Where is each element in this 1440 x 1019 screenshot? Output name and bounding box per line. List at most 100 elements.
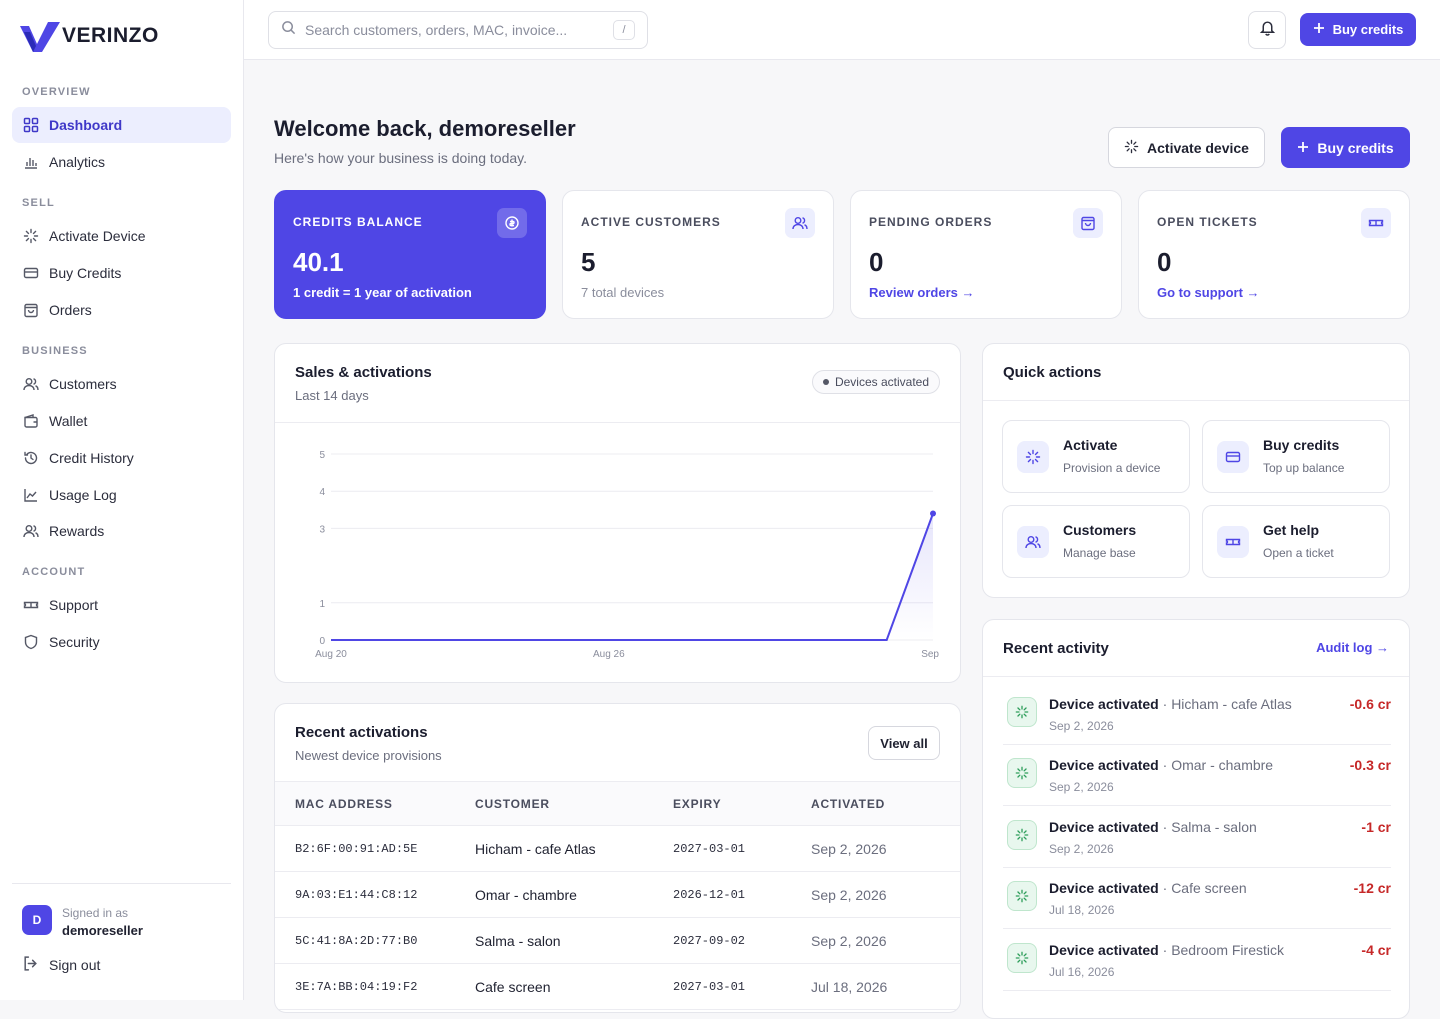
card-icon xyxy=(22,265,39,282)
activity-amount: -12 cr xyxy=(1353,880,1391,896)
sidebar-item-usage-log[interactable]: Usage Log xyxy=(12,477,231,513)
activity-text: Device activated · Omar - chambre xyxy=(1049,757,1274,773)
stat-value: 0 xyxy=(869,247,884,277)
sidebar-item-label: Support xyxy=(49,597,99,613)
sidebar-item-wallet[interactable]: Wallet xyxy=(12,403,231,439)
activity-item[interactable]: Device activated · Bedroom Firestick Jul… xyxy=(1003,930,1391,991)
data-point xyxy=(930,510,936,517)
legend-dot xyxy=(822,379,829,385)
sidebar-item-label: Customers xyxy=(49,376,117,392)
sidebar-item-label: Analytics xyxy=(49,154,106,170)
activations-table: MAC ADDRESS CUSTOMER EXPIRY ACTIVATED B2… xyxy=(275,781,960,1010)
column-header[interactable]: CUSTOMER xyxy=(475,781,673,826)
search-shortcut-hint: / xyxy=(613,20,635,40)
stat-value: 0 xyxy=(1157,247,1172,277)
sidebar-item-orders[interactable]: Orders xyxy=(12,292,231,328)
activations-title: Recent activations xyxy=(295,724,428,741)
activity-date: Sep 2, 2026 xyxy=(1049,719,1114,733)
brand-logo[interactable]: VERINZO xyxy=(20,20,159,52)
activity-text: Device activated · Bedroom Firestick xyxy=(1049,942,1284,958)
sidebar-item-activate-device[interactable]: Activate Device xyxy=(12,218,231,254)
activity-amount: -1 cr xyxy=(1361,819,1391,835)
sidebar-item-label: Usage Log xyxy=(49,487,117,503)
activity-item[interactable]: Device activated · Cafe screen Jul 18, 2… xyxy=(1003,868,1391,929)
logo-mark-icon xyxy=(20,22,60,52)
topbar-buy-credits-button[interactable]: Buy credits xyxy=(1300,13,1416,46)
sidebar-item-analytics[interactable]: Analytics xyxy=(12,144,231,180)
y-tick-label: 0 xyxy=(319,636,325,647)
quick-action-customers[interactable]: Customers Manage base xyxy=(1002,505,1190,578)
table-header-row: MAC ADDRESS CUSTOMER EXPIRY ACTIVATED xyxy=(275,781,960,826)
sidebar-item-label: Orders xyxy=(49,302,92,318)
audit-log-link[interactable]: Audit log → xyxy=(1316,640,1389,655)
sign-out-button[interactable]: Sign out xyxy=(22,955,100,975)
buy-credits-button[interactable]: Buy credits xyxy=(1281,127,1410,168)
activity-item[interactable]: Device activated · Salma - salon Sep 2, … xyxy=(1003,807,1391,868)
y-tick-label: 4 xyxy=(319,487,325,498)
brand-name: VERINZO xyxy=(62,24,159,47)
table-row[interactable]: 3E:7A:BB:04:19:F2 Cafe screen 2027-03-01… xyxy=(275,963,960,1010)
column-header[interactable]: MAC ADDRESS xyxy=(275,781,475,826)
topbar: / Buy credits xyxy=(244,0,1440,60)
sales-chart: 0 1 3 4 5 Aug 20 Aug 26 Sep xyxy=(315,450,939,660)
activity-target: Bedroom Firestick xyxy=(1171,942,1284,958)
activate-device-button[interactable]: Activate device xyxy=(1108,127,1265,168)
activity-target: Cafe screen xyxy=(1171,880,1247,896)
stat-title: OPEN TICKETS xyxy=(1157,215,1258,229)
card-icon xyxy=(1217,441,1249,473)
mac-cell: 9A:03:E1:44:C8:12 xyxy=(275,871,475,918)
sidebar-item-customers[interactable]: Customers xyxy=(12,366,231,402)
y-tick-label: 5 xyxy=(319,450,325,461)
quick-action-sub: Top up balance xyxy=(1263,461,1345,475)
quick-action-activate[interactable]: Activate Provision a device xyxy=(1002,420,1190,493)
notifications-button[interactable] xyxy=(1248,11,1286,49)
table-row[interactable]: 5C:41:8A:2D:77:B0 Salma - salon 2027-09-… xyxy=(275,917,960,964)
expiry-cell: 2027-03-01 xyxy=(673,825,811,872)
sidebar-item-dashboard[interactable]: Dashboard xyxy=(12,107,231,143)
sidebar-item-label: Buy Credits xyxy=(49,265,122,281)
go-to-support-link[interactable]: Go to support → xyxy=(1157,285,1260,300)
spinner-icon xyxy=(1007,758,1037,788)
spinner-icon xyxy=(22,228,39,245)
sidebar-item-label: Rewards xyxy=(49,523,105,539)
stat-value: 5 xyxy=(581,247,596,277)
grid-icon xyxy=(22,117,39,134)
quick-action-sub: Provision a device xyxy=(1063,461,1161,475)
logout-icon xyxy=(22,955,39,975)
spinner-icon xyxy=(1007,943,1037,973)
quick-action-title: Customers xyxy=(1063,522,1137,538)
table-row[interactable]: B2:6F:00:91:AD:5E Hicham - cafe Atlas 20… xyxy=(275,825,960,872)
column-header[interactable]: ACTIVATED xyxy=(811,781,960,826)
ticket-icon xyxy=(1361,208,1391,238)
activity-item[interactable]: Device activated · Omar - chambre Sep 2,… xyxy=(1003,745,1391,806)
sidebar-item-security[interactable]: Security xyxy=(12,624,231,660)
column-header[interactable]: EXPIRY xyxy=(673,781,811,826)
recent-activations-panel: Recent activations Newest device provisi… xyxy=(274,703,961,1013)
x-tick-label: Aug 26 xyxy=(593,649,625,660)
spinner-icon xyxy=(1007,881,1037,911)
sidebar-item-credit-history[interactable]: Credit History xyxy=(12,440,231,476)
sidebar-item-buy-credits[interactable]: Buy Credits xyxy=(12,255,231,291)
y-tick-label: 1 xyxy=(319,599,325,610)
sales-subtitle: Last 14 days xyxy=(295,388,369,403)
view-all-button[interactable]: View all xyxy=(868,726,940,760)
search-input[interactable] xyxy=(305,22,605,38)
sales-title: Sales & activations xyxy=(295,364,432,381)
table-row[interactable]: 9A:03:E1:44:C8:12 Omar - chambre 2026-12… xyxy=(275,871,960,918)
stat-title: PENDING ORDERS xyxy=(869,215,993,229)
search-box[interactable]: / xyxy=(268,11,648,49)
quick-action-sub: Manage base xyxy=(1063,546,1136,560)
activity-item[interactable]: Device activated · Hicham - cafe Atlas S… xyxy=(1003,684,1391,745)
quick-action-buy-credits[interactable]: Buy credits Top up balance xyxy=(1202,420,1390,493)
sidebar-item-support[interactable]: Support xyxy=(12,587,231,623)
topbar-buy-credits-label: Buy credits xyxy=(1332,22,1404,37)
activated-cell: Sep 2, 2026 xyxy=(811,825,960,872)
avatar[interactable]: D xyxy=(22,905,52,935)
sidebar-item-rewards[interactable]: Rewards xyxy=(12,513,231,549)
mac-cell: 5C:41:8A:2D:77:B0 xyxy=(275,917,475,964)
quick-action-get-help[interactable]: Get help Open a ticket xyxy=(1202,505,1390,578)
review-orders-link[interactable]: Review orders → xyxy=(869,285,975,300)
expiry-cell: 2026-12-01 xyxy=(673,871,811,918)
bar-chart-icon xyxy=(22,154,39,171)
stat-card-orders: PENDING ORDERS 0 Review orders → xyxy=(850,190,1122,319)
